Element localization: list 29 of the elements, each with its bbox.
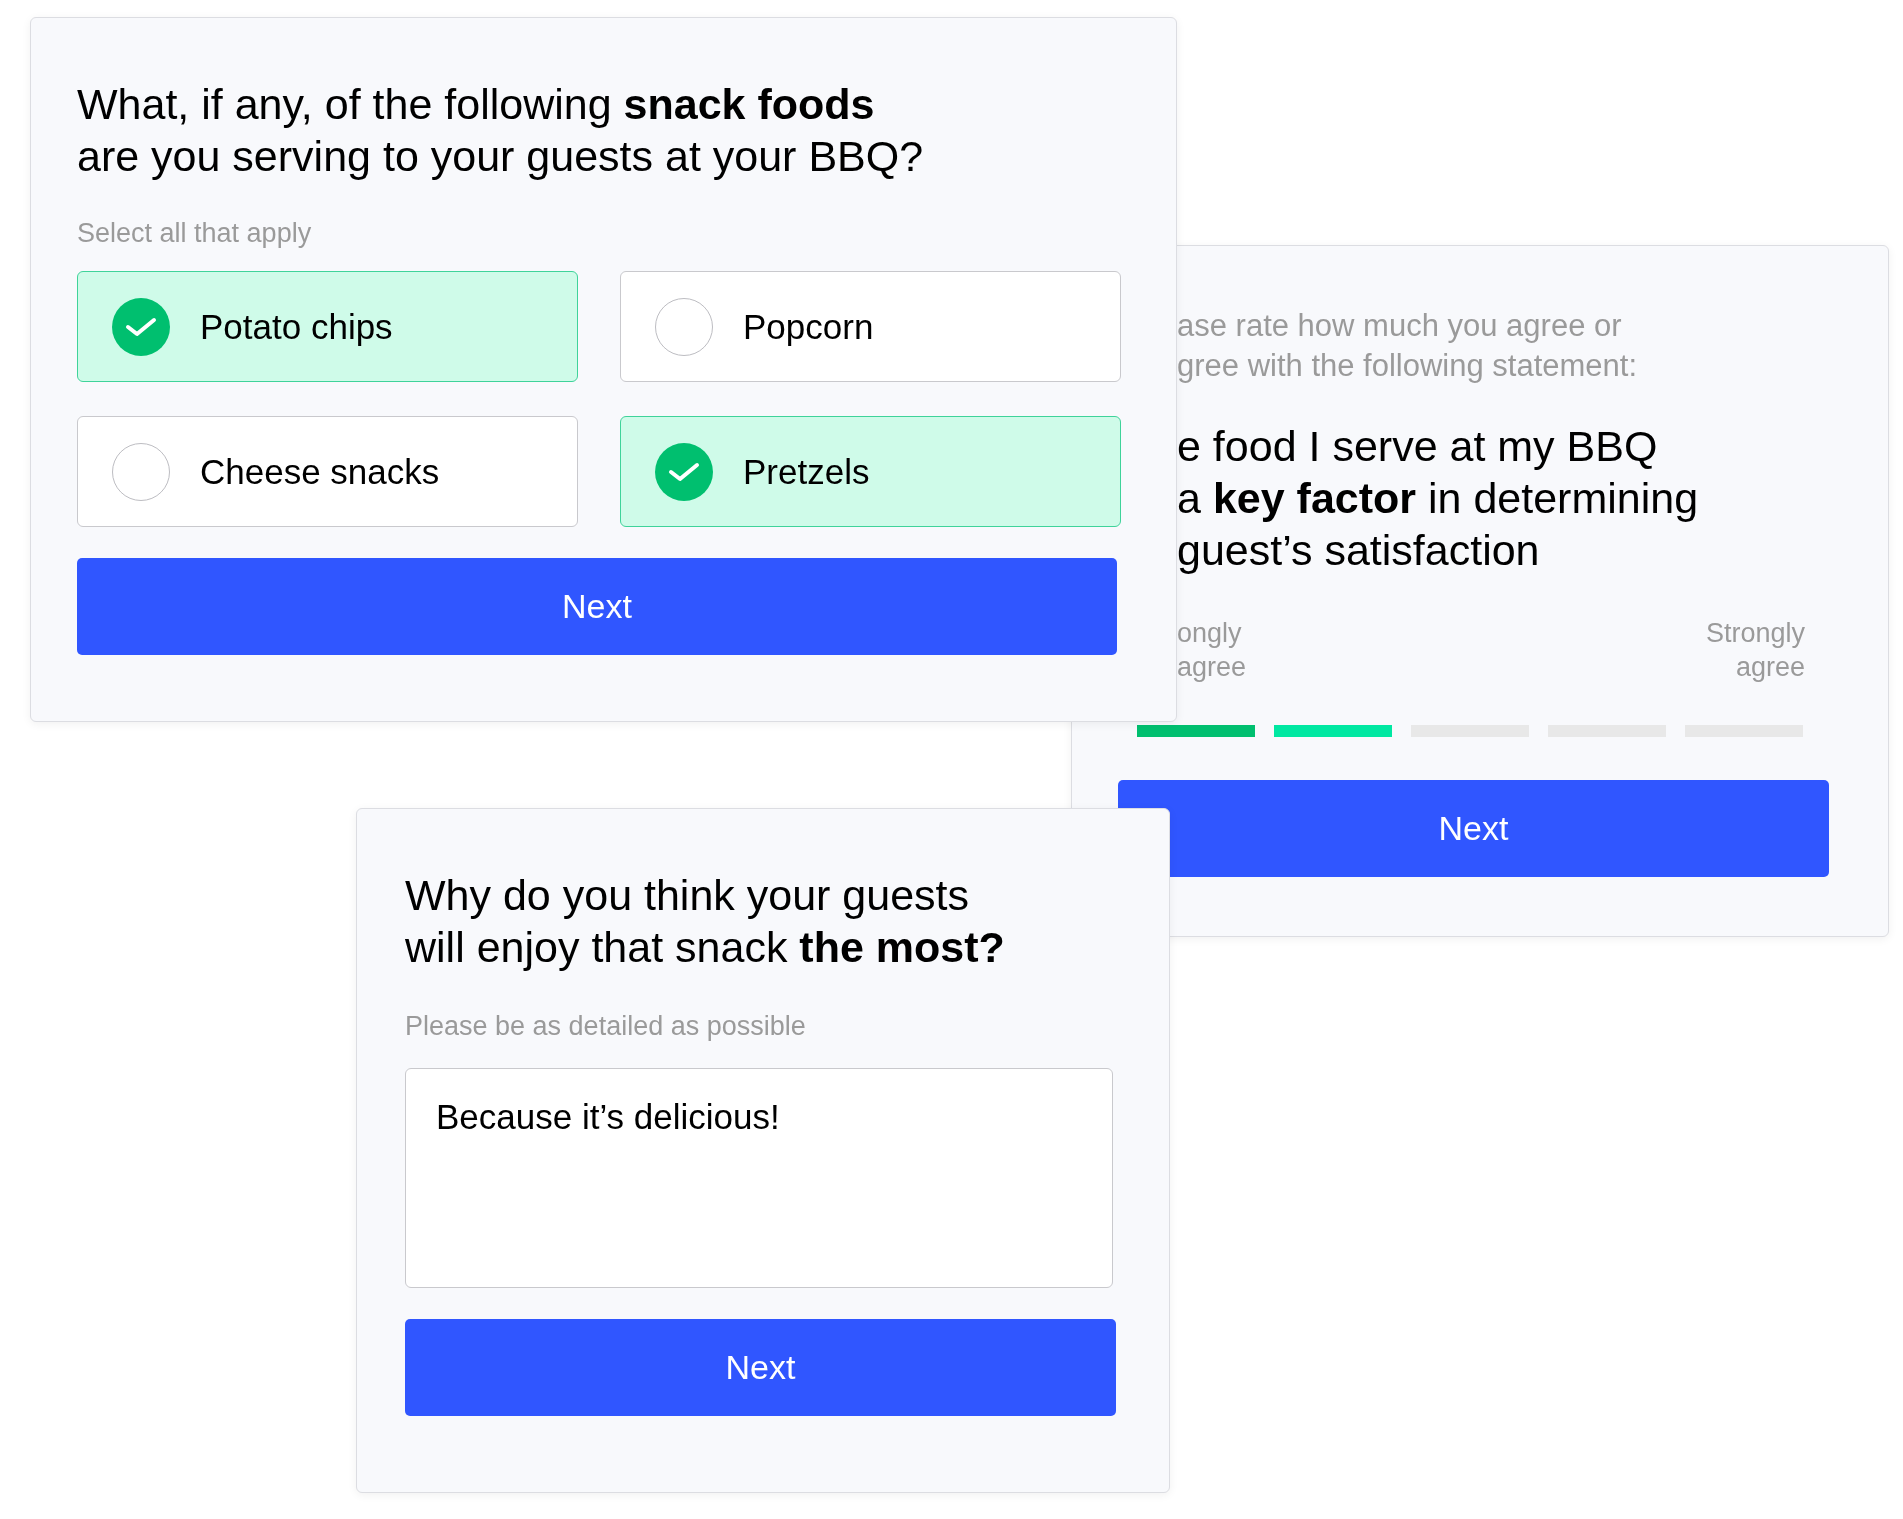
checked-circle-icon [112, 297, 170, 356]
instruction-text: gree with the following statement: [1177, 347, 1639, 385]
question-text: What, if any, of the following snack foods are you serving to your guests at your BBQ? [77, 79, 925, 182]
scale-min-label: agree [1177, 651, 1247, 684]
option-label: Potato chips [200, 306, 393, 347]
answer-option[interactable]: Popcorn [620, 271, 1121, 382]
rating-segment[interactable] [1274, 725, 1392, 737]
option-label: Popcorn [743, 306, 874, 347]
statement-text: a key factor in determining [1177, 473, 1700, 524]
scale-max-label: agree [1735, 651, 1805, 684]
answer-option[interactable]: Pretzels [620, 416, 1121, 527]
answer-option[interactable]: Potato chips [77, 271, 578, 382]
hint-text: Select all that apply [77, 218, 313, 249]
scale-max-label: Strongly [1705, 617, 1805, 650]
rating-segment[interactable] [1137, 725, 1255, 737]
next-button[interactable]: Next [405, 1319, 1116, 1416]
option-label: Cheese snacks [200, 451, 440, 492]
next-button[interactable]: Next [1118, 780, 1829, 877]
checked-circle-icon [655, 442, 713, 501]
answer-field[interactable]: Because it’s delicious! [405, 1068, 1113, 1288]
hint-text: Please be as detailed as possible [405, 1011, 807, 1042]
statement-text: guest’s satisfaction [1177, 525, 1541, 576]
answer-option[interactable]: Cheese snacks [77, 416, 578, 527]
scale-min-label: ongly [1177, 617, 1243, 650]
instruction-text: ase rate how much you agree or [1177, 307, 1623, 345]
option-label: Pretzels [743, 451, 870, 492]
statement-text: e food I serve at my BBQ [1177, 421, 1659, 472]
question-text: Why do you think your guests will enjoy that snack the most? [405, 870, 1006, 973]
next-button[interactable]: Next [77, 558, 1117, 655]
